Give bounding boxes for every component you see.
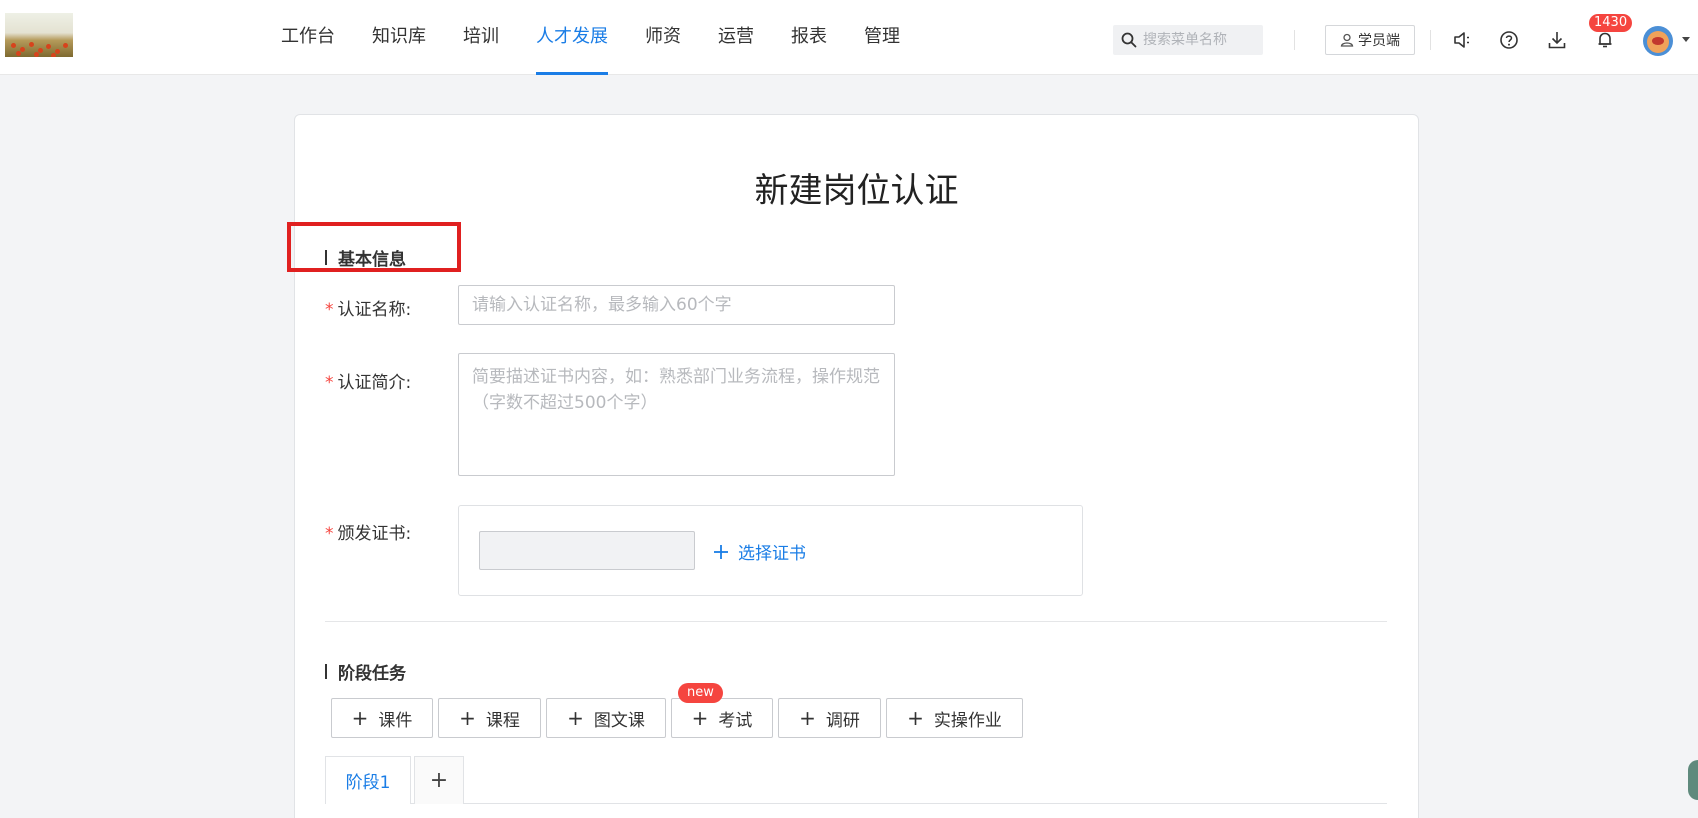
nav-item-workbench[interactable]: 工作台 [281, 0, 335, 75]
nav-item-operations[interactable]: 运营 [718, 0, 754, 75]
add-courseware-button[interactable]: + 课件 [331, 698, 433, 738]
required-mark: * [325, 300, 334, 320]
section-divider [325, 621, 1387, 622]
select-certificate-button[interactable]: 选择证书 [714, 539, 806, 564]
name-label-text: 认证名称: [337, 300, 412, 320]
student-portal-label: 学员端 [1358, 33, 1400, 49]
company-logo[interactable] [5, 13, 73, 57]
tab-stage-1[interactable]: 阶段1 [325, 756, 411, 804]
section-title-text: 基本信息 [338, 250, 406, 270]
section-bar [325, 664, 327, 679]
download-icon [1548, 32, 1566, 49]
floating-assistant-button[interactable] [1688, 760, 1698, 800]
add-exam-label: 考试 [718, 710, 753, 731]
add-article-course-button[interactable]: + 图文课 [546, 698, 666, 738]
section-bar [325, 250, 327, 265]
page-title: 新建岗位认证 [754, 171, 959, 211]
certificate-box: 选择证书 [458, 505, 1083, 596]
required-mark: * [325, 373, 334, 393]
add-course-button[interactable]: + 课程 [438, 698, 541, 738]
stage-tab-baseline [325, 803, 1387, 804]
add-course-label: 课程 [485, 710, 520, 731]
add-survey-button[interactable]: + 调研 [778, 698, 881, 738]
plus-icon: + [691, 706, 709, 730]
menu-search-input[interactable] [1143, 25, 1258, 55]
top-navigation-bar: 工作台 知识库 培训 人才发展 师资 运营 报表 管理 学员端 [0, 0, 1698, 75]
add-practical-assignment-button[interactable]: + 实操作业 [886, 698, 1023, 738]
notification-count-badge: 1430 [1589, 14, 1633, 32]
announcement-button[interactable] [1451, 29, 1473, 51]
nav-item-knowledge-base[interactable]: 知识库 [372, 0, 426, 75]
plus-icon: + [799, 706, 816, 730]
nav-item-training[interactable]: 培训 [463, 0, 499, 75]
select-certificate-label: 选择证书 [738, 544, 806, 564]
certification-form-card: 新建岗位认证 基本信息 *认证名称: *认证简介: *颁发证书: 选择证书 阶段… [287, 114, 1419, 818]
plus-icon: + [567, 706, 584, 730]
plus-icon: + [907, 706, 924, 730]
add-practical-assignment-label: 实操作业 [933, 710, 1002, 731]
section-title-text: 阶段任务 [338, 664, 406, 684]
main-nav: 工作台 知识库 培训 人才发展 师资 运营 报表 管理 [281, 0, 937, 75]
certification-name-input[interactable] [458, 285, 895, 325]
section-title-basic-info: 基本信息 [325, 245, 406, 270]
user-icon [1340, 33, 1354, 47]
intro-label-text: 认证简介: [337, 373, 412, 393]
header-divider [1430, 30, 1431, 50]
nav-item-talent-development[interactable]: 人才发展 [536, 0, 608, 75]
download-button[interactable] [1546, 29, 1568, 51]
chevron-down-icon[interactable] [1682, 37, 1690, 42]
required-mark: * [325, 524, 334, 544]
stage-tabs: 阶段1 + [325, 756, 464, 804]
nav-item-management[interactable]: 管理 [864, 0, 900, 75]
certificate-preview [479, 531, 695, 570]
task-button-group: + 课件 + 课程 + 图文课 new + 考试 + 调研 + 实操作业 [331, 683, 1023, 738]
new-badge: new [678, 683, 723, 703]
add-survey-label: 调研 [825, 710, 860, 731]
certificate-label: * 颁发证书: [325, 519, 411, 544]
student-portal-button[interactable]: 学员端 [1325, 25, 1415, 55]
help-icon [1500, 31, 1518, 49]
plus-icon: + [351, 706, 369, 730]
plus-icon [714, 544, 728, 559]
notification-button[interactable] [1594, 29, 1616, 51]
search-icon [1121, 32, 1137, 48]
nav-item-teachers[interactable]: 师资 [645, 0, 681, 75]
add-stage-tab-button[interactable]: + [414, 756, 464, 804]
add-article-course-label: 图文课 [593, 710, 645, 731]
certificate-label-text: 颁发证书: [337, 524, 412, 544]
plus-icon: + [459, 706, 476, 730]
header-divider [1294, 30, 1295, 50]
menu-search [1113, 25, 1263, 55]
certification-intro-textarea[interactable] [458, 353, 895, 476]
megaphone-icon [1454, 32, 1469, 48]
add-exam-button[interactable]: new + 考试 [671, 683, 773, 738]
nav-item-reports[interactable]: 报表 [791, 0, 827, 75]
bell-icon [1598, 32, 1612, 48]
intro-label: * 认证简介: [325, 368, 411, 393]
name-label: * 认证名称: [325, 295, 411, 320]
section-title-stage-tasks: 阶段任务 [325, 659, 406, 684]
help-button[interactable] [1498, 29, 1520, 51]
add-courseware-label: 课件 [378, 710, 413, 731]
user-avatar[interactable] [1643, 26, 1673, 56]
